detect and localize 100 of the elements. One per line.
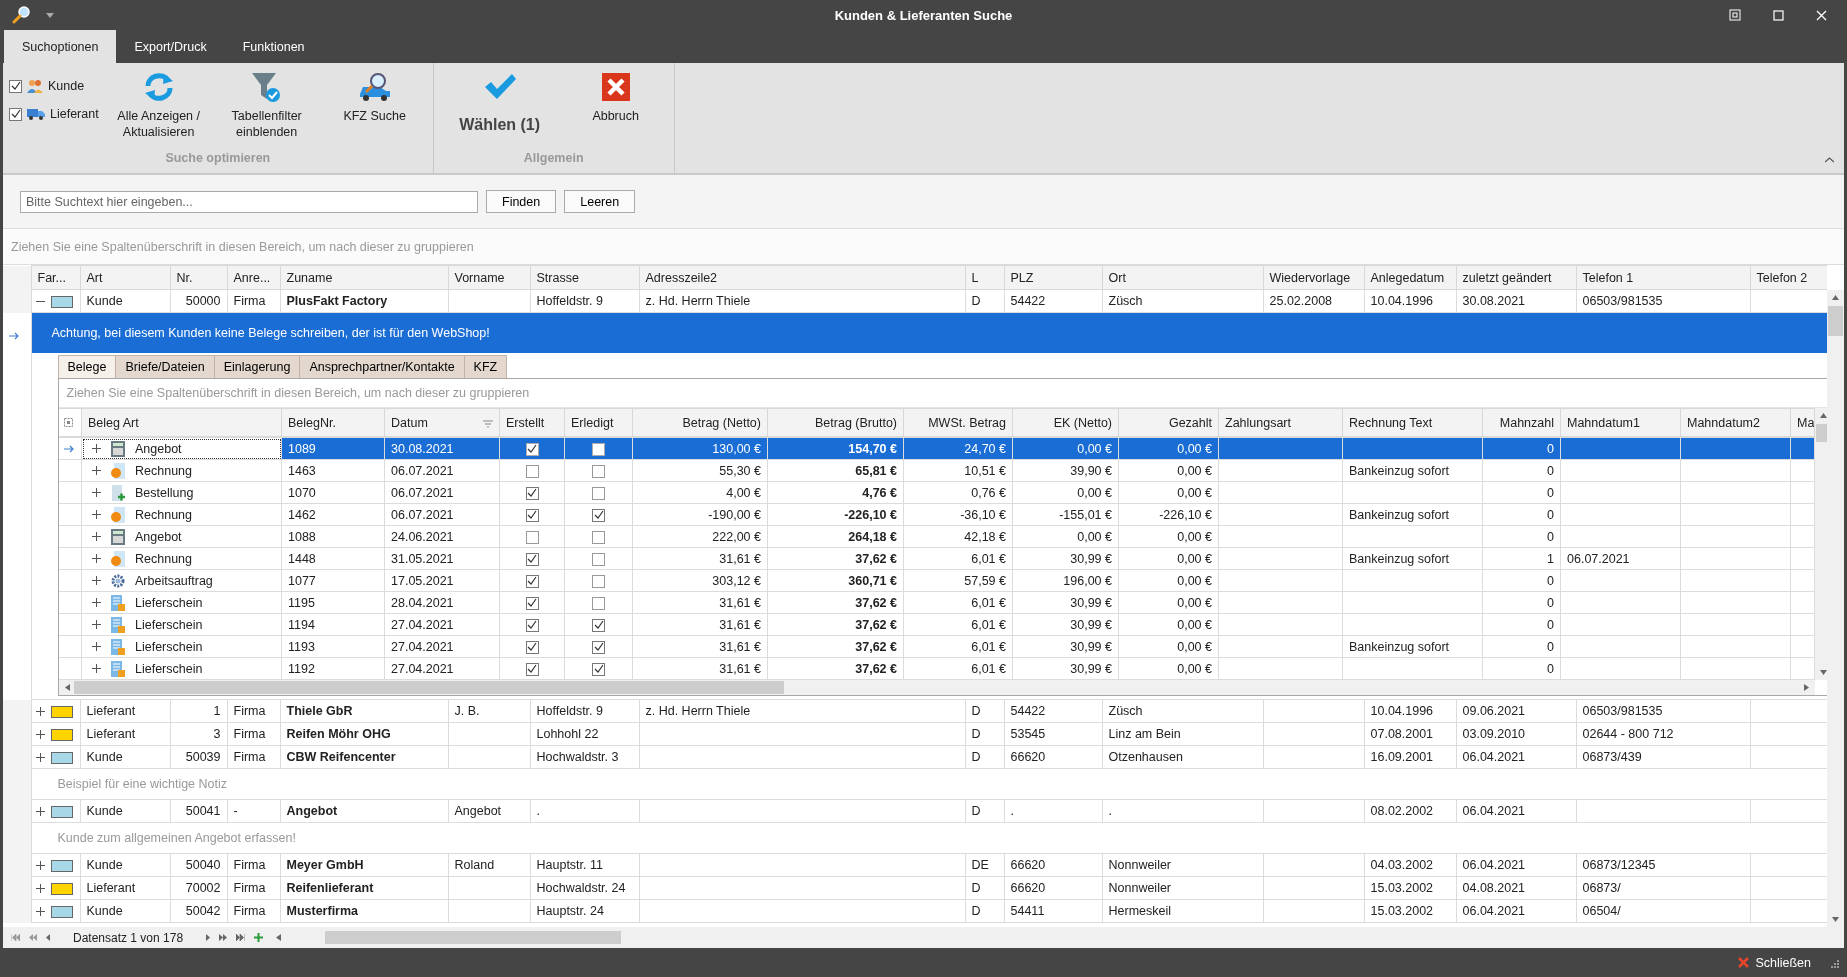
checkbox[interactable] <box>592 618 605 632</box>
checkbox[interactable] <box>592 662 605 676</box>
table-row[interactable]: Lieferschein 1193 27.04.2021 31,61 € 37,62 € 6,01 € 30,99 € 0,00 € Bankeinzug sofort 0 <box>58 635 1815 658</box>
detail-tab[interactable]: KFZ <box>463 355 508 378</box>
expand-icon[interactable] <box>92 664 101 673</box>
checkbox-option[interactable]: Lieferant <box>9 107 99 121</box>
detail-tab[interactable]: Briefe/Dateien <box>115 355 215 378</box>
checkbox[interactable] <box>525 486 539 500</box>
next-page-icon[interactable] <box>219 934 228 941</box>
scroll-thumb[interactable] <box>73 681 784 694</box>
vertical-scrollbar[interactable] <box>1827 290 1844 927</box>
table-row[interactable]: Rechnung 1463 06.07.2021 55,30 € 65,81 € 10,51 € 39,90 € 0,00 € Bankeinzug sofort 0 <box>58 459 1815 482</box>
table-row[interactable]: Angebot 1088 24.06.2021 222,00 € 264,18 € 42,18 € 0,00 € 0,00 € 0 <box>58 525 1815 548</box>
checkbox[interactable] <box>9 79 22 93</box>
checkbox[interactable] <box>525 662 539 676</box>
checkbox[interactable] <box>592 530 605 544</box>
column-header[interactable]: Anre... <box>227 265 280 290</box>
search-icon[interactable] <box>12 5 32 25</box>
expand-icon[interactable] <box>92 532 101 541</box>
expand-icon[interactable] <box>92 576 101 585</box>
column-header[interactable]: BelegNr. <box>281 408 385 437</box>
checkbox-option[interactable]: Kunde <box>9 79 99 93</box>
scroll-thumb[interactable] <box>1816 424 1827 442</box>
checkbox[interactable] <box>9 107 22 121</box>
detail-tab[interactable]: Einlagerung <box>213 355 301 378</box>
column-header[interactable]: Gezahlt <box>1118 408 1219 437</box>
column-header[interactable]: MWSt. Betrag <box>903 408 1013 437</box>
search-button[interactable]: Leeren <box>564 190 636 213</box>
column-header[interactable]: Vorname <box>448 265 530 290</box>
column-header[interactable]: Mahndatum1 <box>1560 408 1681 437</box>
checkbox[interactable] <box>592 552 605 566</box>
checkbox[interactable] <box>592 574 605 588</box>
expand-icon[interactable] <box>35 907 45 917</box>
column-header[interactable]: Telefon 2 <box>1750 265 1827 290</box>
scroll-up-icon[interactable] <box>1820 413 1827 418</box>
scroll-left-icon[interactable] <box>276 934 282 941</box>
checkbox[interactable] <box>525 574 539 588</box>
caret-icon[interactable] <box>46 12 54 18</box>
column-header[interactable]: L <box>965 265 1004 290</box>
last-record-icon[interactable] <box>236 934 246 941</box>
checkbox[interactable] <box>592 486 605 500</box>
column-header[interactable]: Mahndatum2 <box>1680 408 1791 437</box>
ribbon-button[interactable]: Abbruch <box>563 69 668 127</box>
table-row[interactable]: Rechnung 1462 06.07.2021 -190,00 € -226,10 € -36,10 € -155,01 € -226,10 € Bankeinzug sofort 0 <box>58 503 1815 526</box>
table-row[interactable]: Rechnung 1448 31.05.2021 31,61 € 37,62 € 6,01 € 30,99 € 0,00 € Bankeinzug sofort 1 06.07.2021 <box>58 547 1815 570</box>
checkbox[interactable] <box>525 508 539 522</box>
column-header[interactable]: Mahnzahl <box>1482 408 1561 437</box>
column-header[interactable]: Nr. <box>170 265 227 290</box>
expand-icon[interactable] <box>35 807 45 817</box>
checkbox[interactable] <box>525 596 539 610</box>
collapse-icon[interactable] <box>1825 157 1834 163</box>
expand-icon[interactable] <box>35 753 45 763</box>
ribbon-button[interactable]: Tabellenfilter einblenden <box>214 69 319 143</box>
add-icon[interactable] <box>254 933 264 942</box>
maximize-icon[interactable] <box>1773 9 1784 21</box>
next-record-icon[interactable] <box>206 934 211 941</box>
expand-icon[interactable] <box>92 642 101 651</box>
ribbon-button[interactable]: Wählen (1) <box>439 69 560 137</box>
search-button[interactable]: Finden <box>486 190 557 213</box>
search-field[interactable]: Bitte Suchtext hier eingeben... <box>20 190 478 213</box>
expand-icon[interactable] <box>92 620 101 629</box>
checkbox[interactable] <box>525 464 539 478</box>
checkbox[interactable] <box>525 552 539 566</box>
column-header[interactable]: Telefon 1 <box>1576 265 1750 290</box>
ribbon-tab[interactable]: Suchoptionen <box>4 30 117 63</box>
table-row[interactable]: Lieferschein 1192 27.04.2021 31,61 € 37,62 € 6,01 € 30,99 € 0,00 € 0 <box>58 657 1815 680</box>
ribbon-tab[interactable]: Funktionen <box>224 30 323 63</box>
column-header[interactable]: Ma <box>1790 408 1815 437</box>
table-row[interactable]: Angebot 1089 30.08.2021 130,00 € 154,70 € 24,70 € 0,00 € 0,00 € 0 <box>58 437 1815 460</box>
scroll-left-icon[interactable] <box>64 684 70 691</box>
column-header[interactable]: Anlegedatum <box>1364 265 1456 290</box>
table-row[interactable]: Bestellung 1070 06.07.2021 4,00 € 4,76 € 0,76 € 0,00 € 0,00 € 0 <box>58 481 1815 504</box>
column-header[interactable]: Art <box>80 265 170 290</box>
close-icon[interactable] <box>1816 9 1827 21</box>
expand-icon[interactable] <box>92 510 101 519</box>
column-header[interactable]: Adresszeile2 <box>639 265 965 290</box>
detail-tab[interactable]: Ansprechpartner/Kontakte <box>299 355 465 378</box>
expand-icon[interactable] <box>35 730 45 740</box>
checkbox[interactable] <box>592 640 605 654</box>
restore-icon[interactable] <box>1729 9 1741 21</box>
resize-grip-icon[interactable] <box>1829 957 1839 968</box>
scroll-down-icon[interactable] <box>1832 917 1839 922</box>
close-button[interactable]: Schließen <box>1732 954 1817 971</box>
scroll-right-icon[interactable] <box>1804 684 1809 691</box>
detail-tab[interactable]: Belege <box>57 355 117 378</box>
column-header[interactable]: Erstellt <box>499 408 565 437</box>
checkbox[interactable] <box>592 464 605 478</box>
ribbon-button[interactable]: Alle Anzeigen / Aktualisieren <box>106 69 211 143</box>
checkbox[interactable] <box>525 442 539 456</box>
ribbon-button[interactable]: KFZ Suche <box>322 69 427 127</box>
scroll-down-icon[interactable] <box>1820 670 1827 675</box>
column-header[interactable]: PLZ <box>1004 265 1102 290</box>
expand-icon[interactable] <box>92 444 101 453</box>
scroll-up-icon[interactable] <box>1832 295 1839 300</box>
table-row[interactable]: Lieferschein 1194 27.04.2021 31,61 € 37,62 € 6,01 € 30,99 € 0,00 € 0 <box>58 613 1815 636</box>
column-header[interactable]: Zuname <box>280 265 448 290</box>
column-header[interactable]: zuletzt geändert <box>1456 265 1576 290</box>
checkbox[interactable] <box>525 530 539 544</box>
column-header[interactable]: Betrag (Brutto) <box>767 408 904 437</box>
checkbox[interactable] <box>525 640 539 654</box>
